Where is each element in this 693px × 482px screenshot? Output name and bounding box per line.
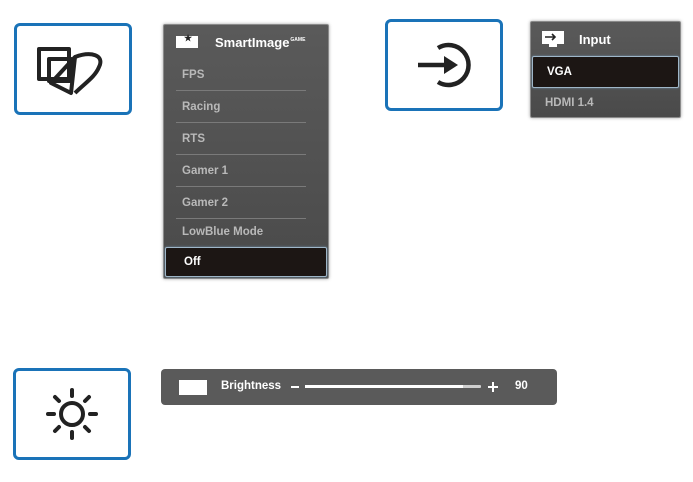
brightness-menu-icon (179, 380, 207, 395)
menu-item-off[interactable]: Off (165, 247, 327, 277)
brightness-button[interactable] (13, 368, 131, 460)
brightness-label: Brightness (221, 380, 282, 392)
menu-item-racing[interactable]: Racing (164, 91, 328, 123)
input-button[interactable] (385, 19, 503, 111)
smartimage-header-icon: ★ (176, 33, 198, 48)
smartimage-menu: ★ SmartImageGAME FPS Racing RTS Gamer 1 … (163, 24, 329, 279)
brightness-slider-fill (305, 385, 464, 388)
input-title: Input (579, 31, 611, 47)
menu-item-vga[interactable]: VGA (532, 56, 679, 88)
minus-icon[interactable] (291, 386, 299, 388)
menu-item-fps[interactable]: FPS (164, 59, 328, 91)
input-source-icon (542, 31, 564, 47)
menu-item-gamer-1[interactable]: Gamer 1 (164, 155, 328, 187)
smartimage-menu-header: ★ SmartImageGAME (164, 25, 328, 59)
brightness-value: 90 (515, 380, 528, 392)
brightness-slider[interactable] (305, 385, 481, 388)
smartimage-icon (37, 47, 103, 95)
menu-item-lowblue-mode[interactable]: LowBlue Mode (164, 219, 328, 247)
menu-item-hdmi-1-4[interactable]: HDMI 1.4 (531, 88, 680, 118)
smartimage-title: SmartImageGAME (215, 34, 306, 50)
menu-item-rts[interactable]: RTS (164, 123, 328, 155)
smartimage-button[interactable] (14, 23, 132, 115)
sun-icon (46, 388, 98, 440)
input-menu-header: Input (531, 22, 680, 56)
brightness-control: Brightness 90 (161, 369, 557, 405)
input-icon (418, 42, 471, 88)
menu-item-gamer-2[interactable]: Gamer 2 (164, 187, 328, 219)
input-menu: Input VGA HDMI 1.4 (530, 21, 681, 118)
